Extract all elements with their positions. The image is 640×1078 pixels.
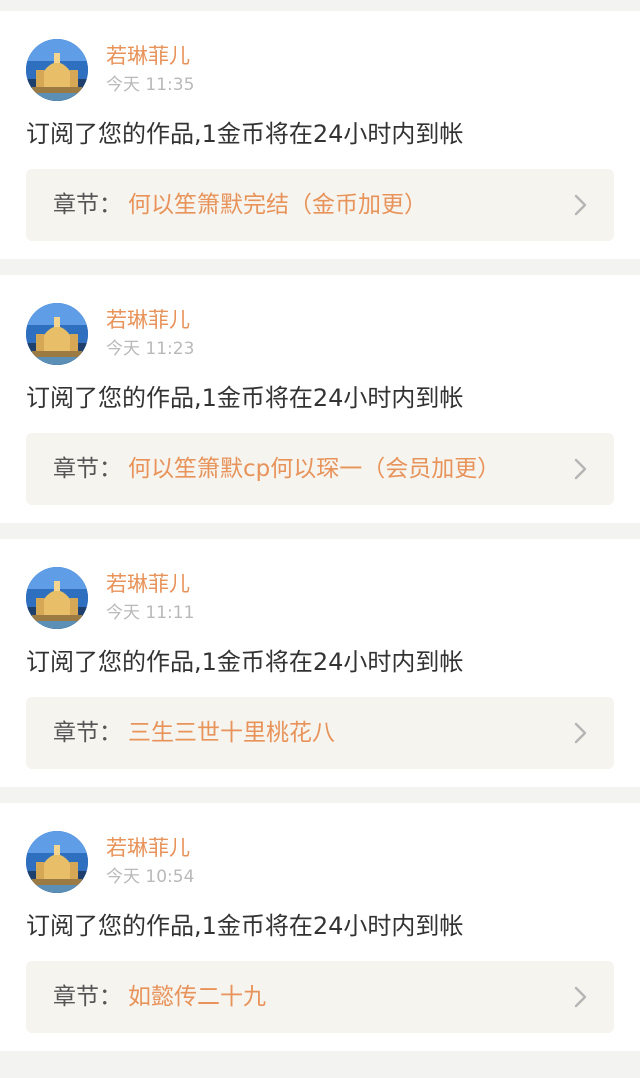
notification-card: 若琳菲儿 今天 10:54 订阅了您的作品,1金币将在24小时内到帐 章节： 如…: [0, 803, 640, 1051]
notification-card: 若琳菲儿 今天 11:35 订阅了您的作品,1金币将在24小时内到帐 章节： 何…: [0, 11, 640, 259]
user-avatar[interactable]: [26, 303, 88, 365]
username[interactable]: 若琳菲儿: [106, 306, 190, 334]
cathedral-avatar-icon: [26, 567, 88, 629]
chapter-title: 何以笙箫默完结（金币加更）: [128, 192, 427, 218]
timestamp: 今天 11:23: [106, 339, 195, 359]
timestamp: 今天 11:11: [106, 603, 195, 623]
chevron-right-icon: [574, 194, 587, 216]
chapter-link[interactable]: 章节： 三生三世十里桃花八: [26, 697, 614, 769]
cathedral-avatar-icon: [26, 831, 88, 893]
chevron-right-icon: [574, 458, 587, 480]
notification-message: 订阅了您的作品,1金币将在24小时内到帐: [26, 120, 464, 148]
user-avatar[interactable]: [26, 567, 88, 629]
cathedral-avatar-icon: [26, 303, 88, 365]
notification-message: 订阅了您的作品,1金币将在24小时内到帐: [26, 648, 464, 676]
notification-message: 订阅了您的作品,1金币将在24小时内到帐: [26, 384, 464, 412]
user-avatar[interactable]: [26, 39, 88, 101]
chapter-prefix: 章节：: [53, 984, 122, 1010]
chapter-prefix: 章节：: [53, 720, 122, 746]
notification-feed: 若琳菲儿 今天 11:35 订阅了您的作品,1金币将在24小时内到帐 章节： 何…: [0, 0, 640, 1078]
chapter-link[interactable]: 章节： 何以笙箫默完结（金币加更）: [26, 169, 614, 241]
chapter-link[interactable]: 章节： 何以笙箫默cp何以琛一（会员加更）: [26, 433, 614, 505]
notification-card: 若琳菲儿 今天 11:11 订阅了您的作品,1金币将在24小时内到帐 章节： 三…: [0, 539, 640, 787]
chapter-title: 三生三世十里桃花八: [128, 720, 335, 746]
chapter-prefix: 章节：: [53, 192, 122, 218]
username[interactable]: 若琳菲儿: [106, 570, 190, 598]
chevron-right-icon: [574, 722, 587, 744]
chapter-title: 何以笙箫默cp何以琛一（会员加更）: [128, 456, 501, 482]
notification-card: 若琳菲儿 今天 11:23 订阅了您的作品,1金币将在24小时内到帐 章节： 何…: [0, 275, 640, 523]
chapter-title: 如懿传二十九: [128, 984, 266, 1010]
username[interactable]: 若琳菲儿: [106, 42, 190, 70]
chapter-link[interactable]: 章节： 如懿传二十九: [26, 961, 614, 1033]
user-avatar[interactable]: [26, 831, 88, 893]
notification-message: 订阅了您的作品,1金币将在24小时内到帐: [26, 912, 464, 940]
timestamp: 今天 11:35: [106, 75, 195, 95]
cathedral-avatar-icon: [26, 39, 88, 101]
chevron-right-icon: [574, 986, 587, 1008]
chapter-prefix: 章节：: [53, 456, 122, 482]
timestamp: 今天 10:54: [106, 867, 195, 887]
username[interactable]: 若琳菲儿: [106, 834, 190, 862]
